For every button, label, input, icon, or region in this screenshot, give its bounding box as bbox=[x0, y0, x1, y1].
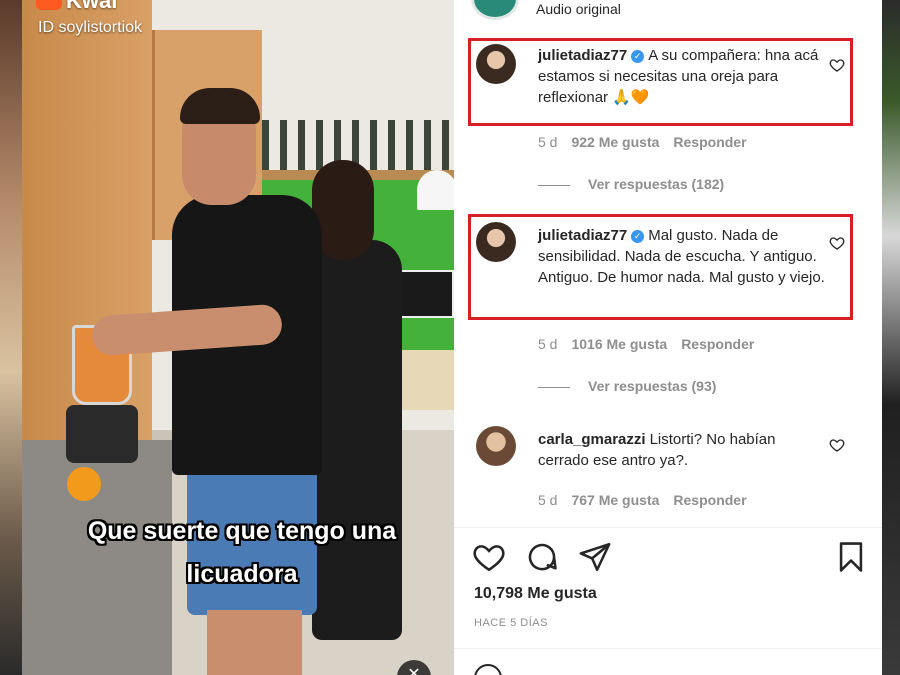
post-timestamp: HACE 5 DÍAS bbox=[474, 617, 548, 629]
comment-icon[interactable] bbox=[525, 540, 559, 574]
heart-icon[interactable] bbox=[829, 235, 845, 251]
comment-likes[interactable]: 1016 Me gusta bbox=[571, 336, 667, 352]
caption-line-2: licuadora bbox=[186, 560, 298, 588]
reply-button[interactable]: Responder bbox=[673, 134, 746, 150]
kwai-wordmark: Kwai bbox=[66, 0, 118, 13]
video-player[interactable]: Kwai ID soylistortiok Que suerte que ten… bbox=[22, 0, 454, 675]
replies-divider bbox=[538, 386, 570, 388]
comment-meta: 5 d 922 Me gusta Responder bbox=[538, 134, 761, 150]
reply-button[interactable]: Responder bbox=[681, 336, 754, 352]
kwai-logo-icon bbox=[36, 0, 62, 10]
reply-button[interactable]: Responder bbox=[673, 492, 746, 508]
man-legs bbox=[207, 610, 302, 675]
verified-badge-icon: ✓ bbox=[631, 50, 645, 63]
heart-icon[interactable] bbox=[829, 437, 845, 453]
divider bbox=[454, 527, 882, 528]
blurred-backdrop-right bbox=[882, 0, 900, 675]
bookmark-icon[interactable] bbox=[834, 540, 868, 574]
comment-likes[interactable]: 767 Me gusta bbox=[571, 492, 659, 508]
comment-age: 5 d bbox=[538, 492, 558, 508]
post-actions-bar bbox=[470, 540, 870, 574]
pendant-lamp bbox=[417, 170, 454, 210]
avatar[interactable] bbox=[476, 44, 516, 84]
comment-text: julietadiaz77 ✓ Mal gusto. Nada de sensibi… bbox=[538, 225, 830, 288]
instagram-post-panel: Audio original julietadiaz77 ✓ A su compañ… bbox=[454, 0, 882, 675]
kwai-watermark: Kwai bbox=[36, 0, 196, 14]
blurred-backdrop-left bbox=[0, 0, 22, 675]
view-replies-label: Ver respuestas (182) bbox=[588, 176, 725, 192]
comment-text: carla_gmarazzi Listorti? No habían cerrad… bbox=[538, 429, 830, 471]
comment-likes[interactable]: 922 Me gusta bbox=[571, 134, 659, 150]
screenshot-composite: Kwai ID soylistortiok Que suerte que ten… bbox=[0, 0, 900, 675]
divider bbox=[454, 648, 882, 649]
heart-icon[interactable] bbox=[829, 57, 845, 73]
comment-username[interactable]: julietadiaz77 bbox=[538, 47, 627, 64]
comment-username[interactable]: julietadiaz77 bbox=[538, 227, 627, 244]
verified-badge-icon: ✓ bbox=[631, 230, 645, 243]
comment-age: 5 d bbox=[538, 336, 558, 352]
view-replies-label: Ver respuestas (93) bbox=[588, 378, 717, 394]
view-replies-button[interactable]: Ver respuestas (93) bbox=[538, 378, 716, 394]
replies-divider bbox=[538, 184, 570, 186]
comment-age: 5 d bbox=[538, 134, 558, 150]
post-author-avatar[interactable] bbox=[471, 0, 519, 20]
caption-line-1: Que suerte que tengo una bbox=[87, 517, 397, 545]
creator-id: ID soylistortiok bbox=[38, 19, 143, 36]
comment-username[interactable]: carla_gmarazzi bbox=[538, 431, 646, 448]
blender-base bbox=[66, 405, 138, 463]
share-icon[interactable] bbox=[578, 540, 612, 574]
orange-fruit bbox=[67, 467, 101, 501]
avatar[interactable] bbox=[476, 426, 516, 466]
audio-label[interactable]: Audio original bbox=[536, 1, 621, 17]
emoji-icon[interactable] bbox=[474, 664, 502, 675]
heart-icon[interactable] bbox=[472, 540, 506, 574]
comment-text: julietadiaz77 ✓ A su compañera: hna acá es… bbox=[538, 45, 830, 108]
like-count[interactable]: 10,798 Me gusta bbox=[474, 585, 597, 603]
man-hair bbox=[180, 88, 260, 124]
avatar[interactable] bbox=[476, 222, 516, 262]
comment-meta: 5 d 767 Me gusta Responder bbox=[538, 492, 761, 508]
view-replies-button[interactable]: Ver respuestas (182) bbox=[538, 176, 724, 192]
comment-meta: 5 d 1016 Me gusta Responder bbox=[538, 336, 768, 352]
video-caption: Que suerte que tengo una licuadora bbox=[42, 510, 442, 596]
